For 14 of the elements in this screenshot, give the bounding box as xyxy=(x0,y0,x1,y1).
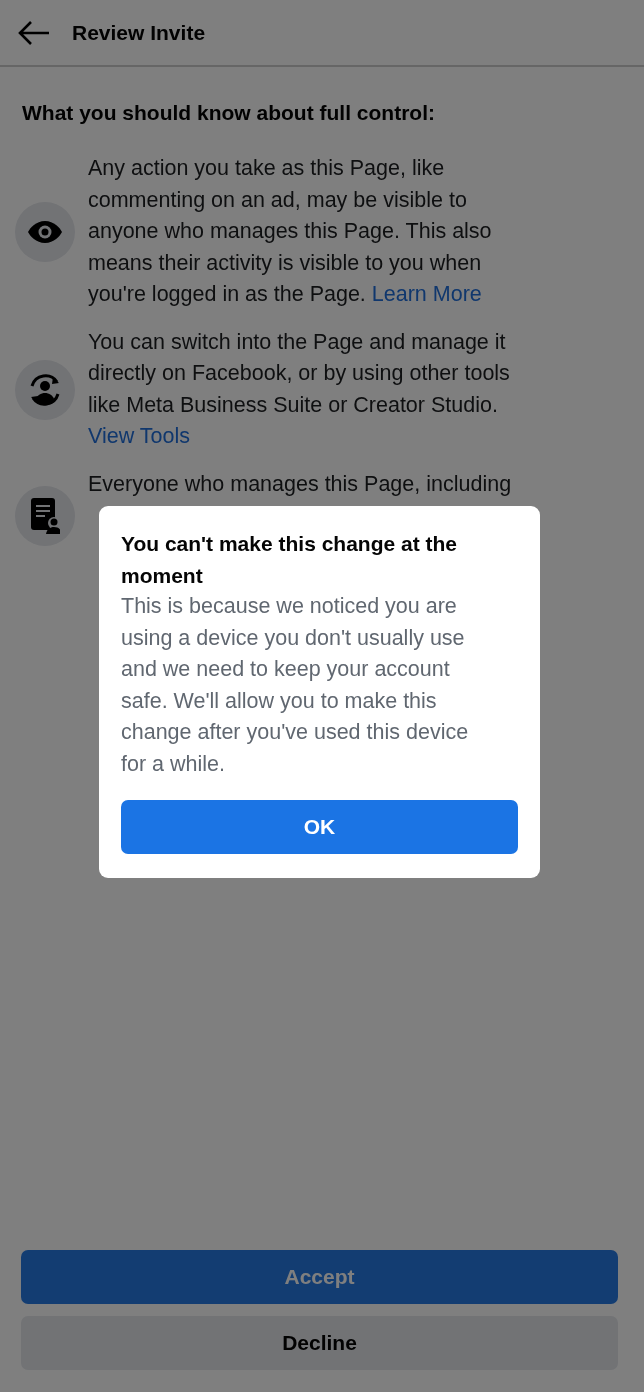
accept-button[interactable]: Accept xyxy=(21,1250,618,1304)
document-person-icon xyxy=(30,496,60,535)
info-text: You can switch into the Page and manage it directly on Facebook, or by using other tools like Meta Business Suite or Creator Studio. View Tools xyxy=(88,328,511,450)
ok-button[interactable]: OK xyxy=(121,800,518,854)
text-link[interactable]: View Tools xyxy=(88,424,190,448)
dialog-message: This is because we noticed you are using a device you don't usually use and we need to keep your account safe. We'll allow you to make this change after you've used this device for a while. xyxy=(121,593,469,778)
eye-icon xyxy=(27,219,63,244)
decline-button[interactable]: Decline xyxy=(21,1316,618,1370)
info-text: Everyone who manages this Page, including xyxy=(88,470,512,498)
info-text: Any action you take as this Page, like commenting on an ad, may be visible to anyone who manages this Page. This also means their activity is visible to you when you're logged in as the Page. Learn More xyxy=(88,155,493,308)
page-title: Review Invite xyxy=(72,20,206,45)
text-link[interactable]: Learn More xyxy=(371,282,482,306)
dialog-title: You can't make this change at the moment xyxy=(121,531,459,589)
section-heading: What you should know about full control: xyxy=(21,100,436,126)
